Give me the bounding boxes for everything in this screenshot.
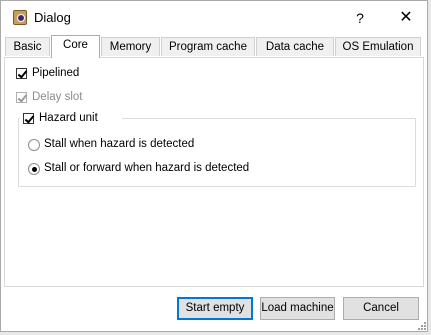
title-bar[interactable]: Dialog ? ✕ [1, 1, 427, 34]
help-button[interactable]: ? [347, 7, 373, 29]
delay-slot-label: Delay slot [32, 91, 83, 103]
start-empty-button[interactable]: Start empty [177, 297, 253, 320]
tab-os-emulation[interactable]: OS Emulation [335, 37, 421, 56]
delay-slot-checkbox [16, 92, 27, 103]
dialog-app-icon [13, 10, 27, 25]
tab-bar: Basic Core Memory Program cache Data cac… [1, 34, 427, 58]
stall-radio[interactable] [28, 139, 40, 151]
window-title: Dialog [34, 10, 71, 25]
hazard-unit-checkbox[interactable] [23, 113, 34, 124]
hazard-unit-group [18, 118, 416, 187]
close-icon[interactable]: ✕ [393, 7, 419, 29]
hazard-unit-label[interactable]: Hazard unit [39, 112, 98, 124]
resize-grip[interactable] [418, 322, 426, 330]
tab-basic[interactable]: Basic [5, 37, 50, 56]
pipelined-label[interactable]: Pipelined [32, 67, 79, 79]
hazard-unit-legend: Hazard unit [20, 111, 98, 127]
cancel-button[interactable]: Cancel [343, 297, 419, 320]
dialog-window: Dialog ? ✕ Basic Core Memory Program cac… [0, 0, 428, 332]
tab-memory[interactable]: Memory [101, 37, 160, 56]
tab-core[interactable]: Core [51, 35, 100, 58]
stall-radio-label[interactable]: Stall when hazard is detected [44, 138, 194, 150]
tab-data-cache[interactable]: Data cache [256, 37, 334, 56]
load-machine-button[interactable]: Load machine [260, 297, 335, 320]
stall-or-forward-radio-label[interactable]: Stall or forward when hazard is detected [44, 162, 249, 174]
pipelined-checkbox[interactable] [16, 68, 27, 79]
tab-program-cache[interactable]: Program cache [161, 37, 255, 56]
stall-or-forward-radio[interactable] [28, 163, 40, 175]
